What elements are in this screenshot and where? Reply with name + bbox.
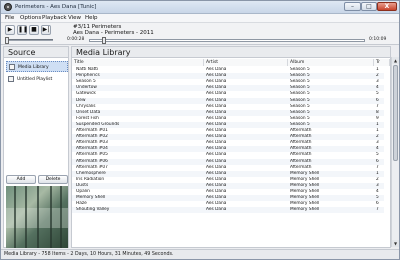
volume-slider-thumb[interactable] (5, 37, 9, 44)
delete-source-button[interactable]: Delete (38, 175, 68, 184)
scrollbar-thumb[interactable] (393, 65, 398, 161)
column-header-title[interactable]: Title (72, 59, 204, 66)
menu-view[interactable]: View (68, 15, 81, 21)
library-heading: Media Library (72, 47, 390, 58)
menu-bar: File Options Playback View Help (1, 14, 399, 23)
table-row[interactable]: Shouting Valley Aes Dana Memory Shell 7 (72, 207, 384, 214)
menu-playback[interactable]: Playback (42, 15, 67, 21)
library-icon (9, 64, 15, 70)
play-button[interactable]: ▶ (5, 25, 15, 35)
scroll-down-arrow-icon[interactable]: ▼ (392, 240, 399, 247)
vinyl-record-icon (4, 3, 12, 11)
minimize-button[interactable]: – (344, 2, 361, 11)
column-header-album[interactable]: Album (288, 59, 374, 66)
scroll-up-arrow-icon[interactable]: ▲ (392, 57, 399, 64)
seek-bar[interactable] (89, 37, 365, 44)
column-header-artist[interactable]: Artist (204, 59, 288, 66)
track-number: 7 (376, 207, 379, 213)
pause-button[interactable]: ❚❚ (17, 25, 28, 35)
stop-button[interactable]: ■ (29, 25, 39, 35)
status-bar: Media Library - 758 Items - 2 Days, 10 H… (1, 249, 399, 259)
track-album: Memory Shell (290, 207, 320, 213)
volume-slider[interactable] (5, 37, 53, 44)
maximize-button[interactable]: □ (361, 2, 377, 11)
track-list: Natti Natti Aes Dana Season 5 1 Peripherics A… (72, 67, 384, 249)
menu-options[interactable]: Options (20, 15, 41, 21)
column-header-track[interactable]: Tr (374, 59, 390, 66)
player-toolbar: ▶ ❚❚ ■ ▶| #3/11 Perimeters Aes Dana - Pe… (1, 23, 399, 45)
album-art-tree (37, 186, 39, 248)
window-title: Perimeters - Aes Dana [Tunic] (15, 4, 97, 10)
seek-bar-thumb[interactable] (101, 37, 106, 44)
add-source-button[interactable]: Add (6, 175, 36, 184)
menu-file[interactable]: File (5, 15, 14, 21)
media-library-panel: Media Library Title Artist Album Tr Natt… (71, 46, 391, 248)
source-item-media-library[interactable]: Media Library (6, 61, 68, 72)
source-item-label: Media Library (18, 65, 49, 70)
album-art (6, 186, 68, 248)
source-heading: Source (4, 47, 68, 58)
title-bar[interactable]: Perimeters - Aes Dana [Tunic] – □ X (1, 1, 399, 14)
album-art-tree (60, 186, 62, 248)
app-window: Perimeters - Aes Dana [Tunic] – □ X File… (0, 0, 400, 260)
close-button[interactable]: X (377, 2, 397, 11)
album-art-tree (14, 186, 16, 248)
source-item-untitled-playlist[interactable]: Untitled Playlist (6, 74, 68, 85)
menu-help[interactable]: Help (85, 15, 98, 21)
album-art-tree (25, 186, 27, 248)
track-duration: 0:10:09 (369, 37, 387, 42)
source-panel: Source Media Library Untitled Playlist A… (3, 46, 69, 248)
track-artist: Aes Dana (206, 207, 227, 213)
track-title: Shouting Valley (76, 207, 110, 213)
elapsed-time: 0:00:28 (67, 37, 85, 42)
now-playing-artist-album: Aes Dana - Perimeters - 2011 (73, 30, 154, 36)
vertical-scrollbar[interactable]: ▲ ▼ (391, 57, 399, 247)
playlist-icon (8, 76, 14, 82)
next-track-button[interactable]: ▶| (41, 25, 51, 35)
source-item-label: Untitled Playlist (17, 77, 53, 82)
album-art-tree (50, 186, 52, 248)
